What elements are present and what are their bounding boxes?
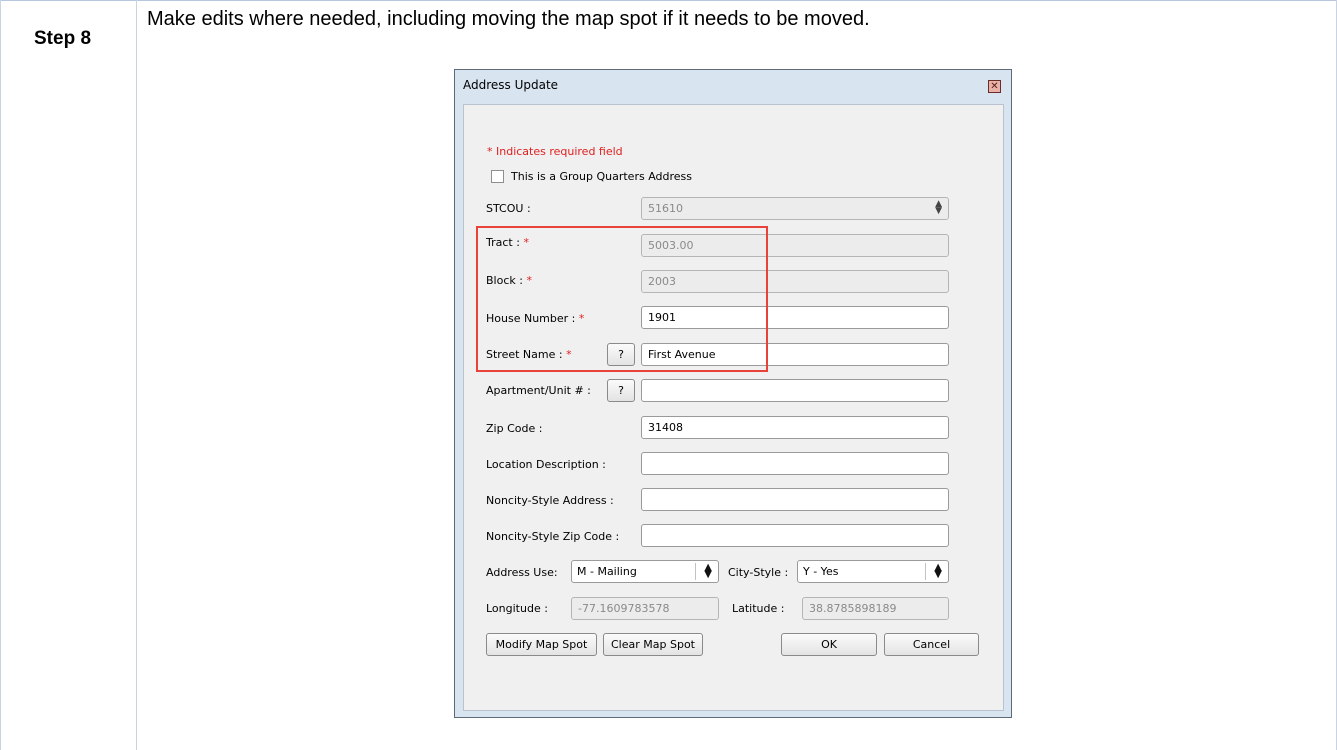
- address-use-value: M - Mailing: [577, 565, 637, 578]
- dialog-titlebar: Address Update ✕: [455, 70, 1011, 103]
- longitude-field[interactable]: -77.1609783578: [571, 597, 719, 620]
- select-arrows-icon: ▲ ▼: [704, 562, 712, 580]
- latitude-label: Latitude :: [732, 602, 785, 615]
- noncity-address-label: Noncity-Style Address :: [486, 494, 614, 507]
- cancel-button[interactable]: Cancel: [884, 633, 979, 656]
- step-instruction: Make edits where needed, including movin…: [147, 8, 870, 30]
- table-top-border: [0, 0, 1337, 1]
- city-style-label: City-Style :: [728, 566, 789, 579]
- zip-code-field[interactable]: 31408: [641, 416, 949, 439]
- longitude-label: Longitude :: [486, 602, 548, 615]
- address-use-select[interactable]: M - Mailing ▲ ▼: [571, 560, 719, 583]
- required-fields-highlight: [476, 226, 768, 372]
- dialog-title: Address Update: [463, 78, 559, 92]
- table-left-border: [0, 0, 1, 750]
- location-description-field[interactable]: [641, 452, 949, 475]
- select-arrows-icon: ▲ ▼: [934, 562, 942, 580]
- close-icon[interactable]: ✕: [988, 80, 1001, 93]
- required-field-note: * Indicates required field: [487, 145, 623, 158]
- city-style-value: Y - Yes: [803, 565, 839, 578]
- stcou-spinbox[interactable]: 51610 ▲ ▼: [641, 197, 949, 220]
- step-label: Step 8: [34, 28, 92, 49]
- zip-code-label: Zip Code :: [486, 422, 543, 435]
- apartment-field[interactable]: [641, 379, 949, 402]
- location-description-label: Location Description :: [486, 458, 606, 471]
- noncity-zip-field[interactable]: [641, 524, 949, 547]
- group-quarters-label: This is a Group Quarters Address: [511, 170, 693, 183]
- select-divider: [695, 563, 696, 580]
- ok-button[interactable]: OK: [781, 633, 877, 656]
- noncity-address-field[interactable]: [641, 488, 949, 511]
- apartment-help-button[interactable]: ?: [607, 379, 635, 402]
- stcou-value: 51610: [648, 202, 683, 215]
- noncity-zip-label: Noncity-Style Zip Code :: [486, 530, 620, 543]
- select-divider: [925, 563, 926, 580]
- latitude-field[interactable]: 38.8785898189: [802, 597, 949, 620]
- clear-map-spot-button[interactable]: Clear Map Spot: [603, 633, 703, 656]
- stcou-label: STCOU :: [486, 202, 531, 215]
- spinner-arrows-icon: ▲ ▼: [935, 199, 942, 216]
- table-column-divider: [136, 0, 137, 750]
- apartment-label: Apartment/Unit # :: [486, 384, 591, 397]
- city-style-select[interactable]: Y - Yes ▲ ▼: [797, 560, 949, 583]
- modify-map-spot-button[interactable]: Modify Map Spot: [486, 633, 597, 656]
- address-use-label: Address Use:: [486, 566, 558, 579]
- group-quarters-checkbox[interactable]: [491, 170, 504, 183]
